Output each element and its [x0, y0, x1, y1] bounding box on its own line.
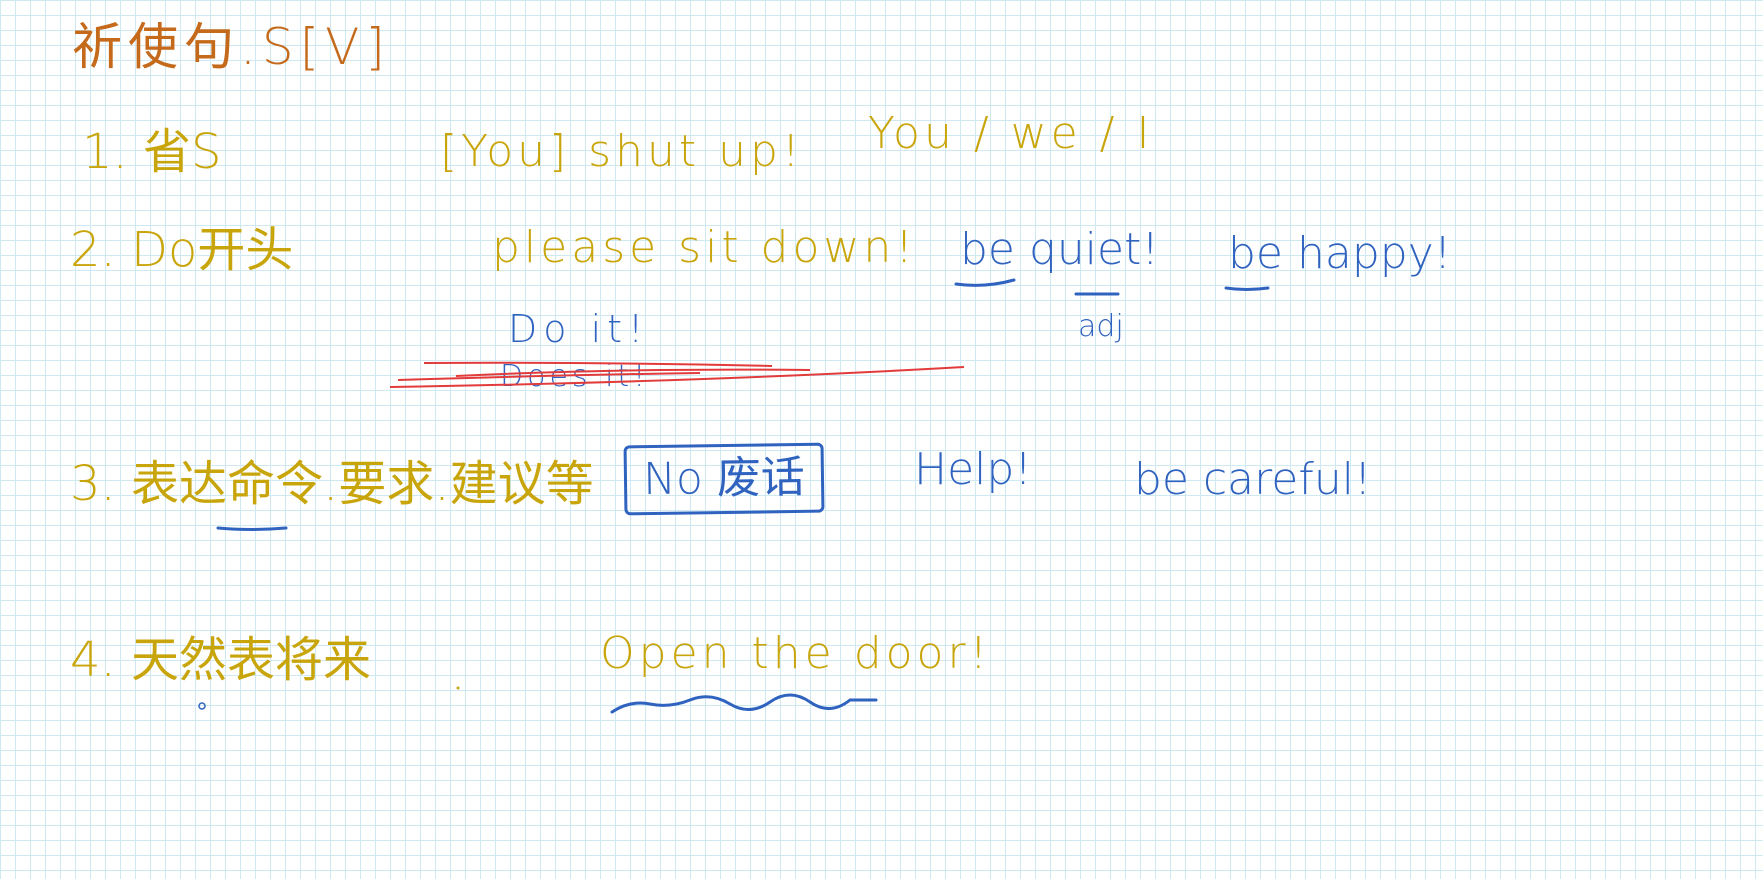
page-title: 祈使句.S[V]	[72, 18, 391, 76]
row-4-label: 4. 天然表将来	[70, 632, 372, 688]
row-2-note-be-happy: be happy!	[1228, 228, 1452, 279]
row-4-example: Open the door!	[600, 628, 992, 679]
underline-be-quiet	[954, 278, 1016, 287]
underline-open-the-door	[610, 693, 878, 714]
row-1-label: 1. 省S	[82, 124, 222, 180]
underline-command	[216, 526, 288, 531]
row-3-example-help: Help!	[914, 444, 1032, 495]
row-1-example: [You] shut up!	[440, 126, 804, 177]
row-2-wrong-example: Does it!	[500, 359, 650, 394]
dot-mark-1	[198, 702, 206, 710]
notebook-canvas: 祈使句.S[V] 1. 省S [You] shut up! You / we /…	[0, 0, 1763, 879]
strike-line-4	[389, 366, 965, 388]
row-2-example: please sit down!	[492, 222, 917, 273]
row-3-example-be-careful: be careful!	[1134, 454, 1372, 505]
row-3-boxed-phrase: No 废话	[623, 442, 825, 516]
row-2-label: 2. Do开头	[70, 222, 294, 278]
row-1-note: You / we / I	[868, 108, 1154, 159]
dot-mark-2	[456, 686, 460, 690]
row-2-note-be-quiet: be quiet!	[960, 224, 1159, 275]
underline-be-happy	[1224, 286, 1270, 291]
row-2-annotation-adj: adj	[1078, 309, 1124, 344]
row-3-label: 3. 表达命令.要求.建议等	[70, 456, 594, 512]
row-2-correct-example: Do it!	[508, 307, 650, 351]
